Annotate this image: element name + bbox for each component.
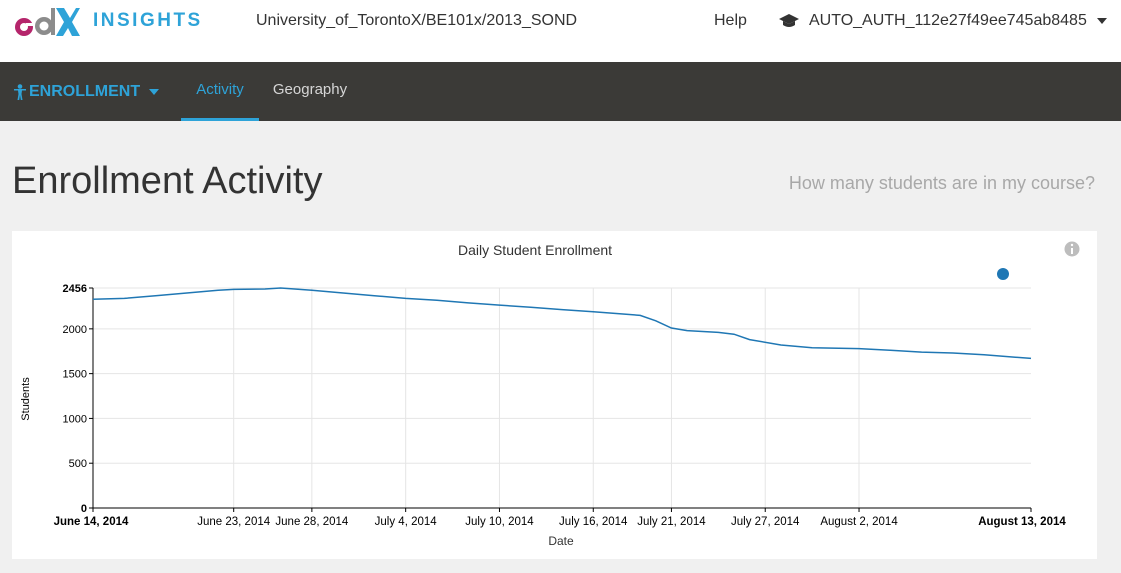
x-tick-label: July 4, 2014 [375, 516, 438, 528]
legend-marker[interactable] [997, 268, 1009, 280]
insights-brand[interactable]: INSIGHTS [93, 10, 203, 32]
x-tick-label: August 13, 2014 [978, 516, 1066, 528]
y-tick-label: 1500 [63, 369, 87, 381]
enrollment-chart: Daily Student Enrollment 0 500 1000 1500 200… [20, 241, 1080, 548]
user-menu[interactable]: AUTO_AUTH_112e27f49ee745ab8485 [779, 9, 1107, 33]
x-axis-label: Date [548, 534, 574, 548]
chevron-down-icon [1096, 18, 1107, 24]
y-axis: 0 500 1000 1500 2000 2456 [63, 283, 94, 515]
y-tick-label: 0 [81, 503, 87, 515]
y-axis-label: Students [20, 377, 32, 421]
x-tick-label: June 28, 2014 [275, 516, 349, 528]
x-tick-label: August 2, 2014 [820, 516, 898, 528]
x-tick-label: July 27, 2014 [731, 516, 800, 528]
user-name: AUTO_AUTH_112e27f49ee745ab8485 [809, 12, 1087, 29]
edx-logo[interactable] [14, 6, 80, 40]
y-tick-label: 500 [69, 458, 87, 470]
page-title: Enrollment Activity [12, 160, 323, 202]
chevron-down-icon [149, 88, 160, 95]
x-axis: June 14, 2014 June 23, 2014 June 28, 2014 J… [54, 507, 1066, 528]
y-tick-label: 2000 [63, 324, 87, 336]
enrollment-label: ENROLLMENT [29, 82, 141, 100]
chart-title: Daily Student Enrollment [458, 242, 612, 258]
tab-activity[interactable]: Activity [181, 62, 259, 121]
x-tick-label: July 21, 2014 [637, 516, 706, 528]
section-navbar: ENROLLMENT Activity Geography [0, 62, 1121, 121]
x-tick-label: July 16, 2014 [559, 516, 628, 528]
help-link[interactable]: Help [714, 12, 747, 30]
y-tick-label: 2456 [63, 283, 87, 295]
top-header: INSIGHTS University_of_TorontoX/BE101x/2… [0, 0, 1121, 62]
course-title: University_of_TorontoX/BE101x/2013_SOND [256, 12, 578, 29]
tab-geography[interactable]: Geography [266, 62, 354, 121]
x-tick-label: June 23, 2014 [197, 516, 271, 528]
y-tick-label: 1000 [63, 413, 87, 425]
enrollment-chart-panel: Daily Student Enrollment 0 500 1000 1500 200… [12, 231, 1097, 559]
person-icon [14, 83, 26, 100]
chart-grid [93, 287, 1031, 508]
x-tick-label: July 10, 2014 [465, 516, 534, 528]
help-question-link[interactable]: How many students are in my course? [789, 173, 1095, 194]
graduation-cap-icon [779, 14, 799, 27]
x-tick-label: June 14, 2014 [54, 516, 129, 528]
info-icon[interactable] [1064, 241, 1080, 257]
enrollment-menu[interactable]: ENROLLMENT [14, 62, 160, 121]
